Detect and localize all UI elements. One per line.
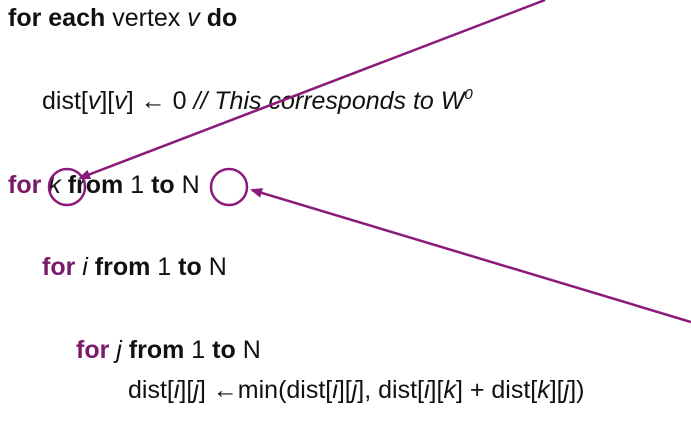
code-line-dist-update: dist[i][j] ←min(dist[i][j], dist[i][k] +… — [128, 375, 584, 405]
highlight-circle-n — [209, 167, 249, 207]
keyword-to: to — [212, 336, 236, 364]
code-line-for-i: for i from 1 to N — [42, 252, 227, 282]
keyword-to: to — [178, 253, 202, 281]
keyword-for: for — [76, 336, 110, 364]
dist-open: dist[ — [42, 87, 88, 115]
keyword-for: for — [42, 253, 76, 281]
vertex-word: vertex — [105, 4, 188, 32]
code-text: dist[ — [128, 376, 174, 404]
code-text: ] ←min(dist[ — [198, 376, 333, 404]
keyword-from: from — [67, 171, 124, 199]
bracket-mid: ][ — [100, 87, 115, 115]
annotation-overlay — [47, 0, 691, 324]
keyword-do: do — [199, 4, 238, 32]
variable-k: k — [48, 171, 61, 199]
variable-k: k — [443, 376, 456, 404]
value-one: 1 — [123, 171, 152, 199]
comment-text: // This corresponds to W — [193, 87, 465, 115]
code-text: ] + dist[ — [455, 376, 538, 404]
code-text: ], dist[ — [357, 376, 424, 404]
variable-n: N — [235, 336, 261, 364]
code-text: ][ — [549, 376, 564, 404]
keyword-for: for — [8, 171, 42, 199]
code-line-for-j: for j from 1 to N — [76, 335, 261, 365]
value-one: 1 — [184, 336, 213, 364]
code-text: ][ — [429, 376, 444, 404]
variable-i: i — [82, 253, 88, 281]
code-text: ][ — [337, 376, 352, 404]
variable-n: N — [181, 171, 200, 199]
code-text: ][ — [179, 376, 194, 404]
superscript-zero: 0 — [464, 86, 473, 103]
keyword-from: from — [128, 336, 185, 364]
variable-j: j — [116, 336, 122, 364]
code-text: ]) — [569, 376, 585, 404]
variable-n: N — [201, 253, 227, 281]
keyword-to: to — [151, 171, 175, 199]
value-one: 1 — [150, 253, 179, 281]
code-line-for-each-vertex: for each vertex v do — [8, 3, 237, 33]
variable-v: v — [114, 87, 127, 115]
variable-k: k — [537, 376, 550, 404]
keyword-from: from — [94, 253, 151, 281]
code-line-dist-init: dist[v][v] ← 0 // This corresponds to W0 — [42, 86, 473, 116]
assign-zero: ] ← 0 — [126, 87, 194, 115]
keyword-for-each: for each — [8, 4, 106, 32]
variable-v: v — [87, 87, 101, 115]
variable-v: v — [187, 4, 200, 32]
annotation-arrow-to-n — [250, 188, 691, 324]
code-line-for-k: for k from 1 to N — [8, 170, 200, 200]
